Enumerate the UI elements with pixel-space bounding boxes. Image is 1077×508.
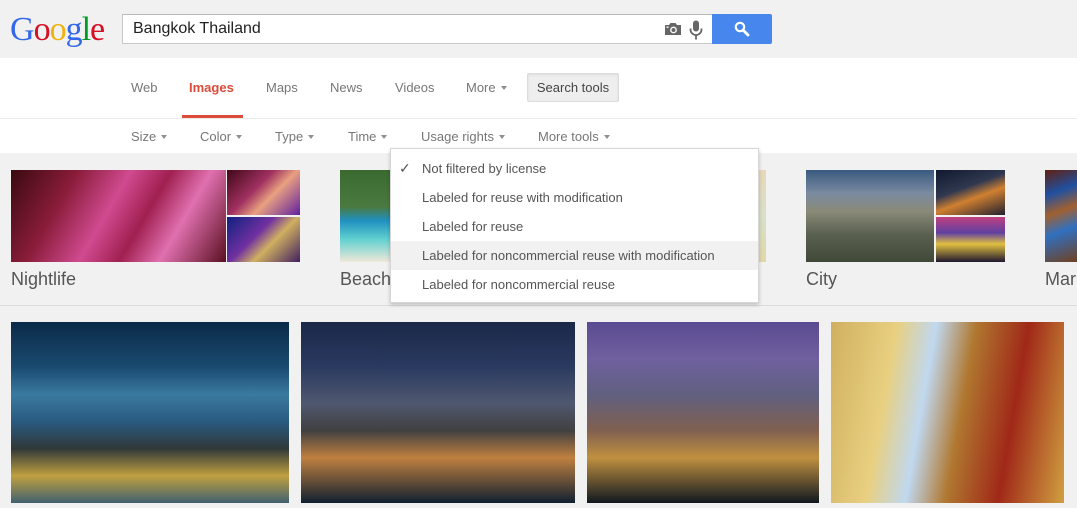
tool-time-label: Time: [348, 129, 377, 144]
menu-item-label: Labeled for reuse: [422, 219, 524, 234]
tab-images[interactable]: Images: [189, 80, 234, 95]
tab-more-label: More: [466, 80, 496, 95]
tool-usage-rights[interactable]: Usage rights: [421, 129, 505, 144]
google-logo[interactable]: Google: [10, 11, 105, 48]
menu-item-noncommercial-reuse-with-modification[interactable]: Labeled for noncommercial reuse with mod…: [391, 241, 758, 270]
usage-rights-menu: ✓ Not filtered by license Labeled for re…: [390, 148, 759, 303]
logo-letter: G: [10, 11, 35, 48]
menu-item-label: Labeled for reuse with modification: [422, 190, 623, 205]
tool-time[interactable]: Time: [348, 129, 388, 144]
tool-more-tools-label: More tools: [538, 129, 599, 144]
collection-thumbnail[interactable]: [227, 217, 300, 262]
microphone-icon[interactable]: [689, 20, 703, 40]
chevron-down-icon: [381, 134, 388, 139]
collection-label[interactable]: Beach: [340, 269, 391, 290]
active-tab-indicator: [182, 115, 243, 118]
image-result[interactable]: [831, 322, 1064, 503]
checkmark-icon: ✓: [399, 160, 411, 176]
tab-videos[interactable]: Videos: [395, 80, 435, 95]
vertical-nav: Web Images Maps News Videos More Search …: [0, 58, 1077, 119]
tool-type-label: Type: [275, 129, 304, 144]
search-input[interactable]: [133, 15, 653, 43]
search-button[interactable]: [712, 14, 772, 44]
divider: [0, 305, 1077, 306]
top-bar: Google: [0, 0, 1077, 58]
collection-label[interactable]: City: [806, 269, 837, 290]
menu-item-reuse[interactable]: Labeled for reuse: [391, 212, 758, 241]
tool-usage-rights-label: Usage rights: [421, 129, 494, 144]
collection-thumbnail[interactable]: [806, 170, 934, 262]
tool-size-label: Size: [131, 129, 157, 144]
collection-thumbnail[interactable]: [936, 217, 1005, 262]
logo-letter: g: [65, 11, 83, 48]
tab-news[interactable]: News: [330, 80, 363, 95]
collection-thumbnail[interactable]: [1045, 170, 1077, 262]
chevron-down-icon: [236, 134, 243, 139]
tool-color[interactable]: Color: [200, 129, 243, 144]
logo-letter: o: [49, 11, 67, 48]
chevron-down-icon: [498, 134, 505, 139]
menu-item-label: Labeled for noncommercial reuse with mod…: [422, 248, 715, 263]
logo-letter: o: [33, 11, 51, 48]
image-result[interactable]: [587, 322, 819, 503]
chevron-down-icon: [161, 134, 168, 139]
menu-item-not-filtered[interactable]: ✓ Not filtered by license: [391, 154, 758, 183]
chevron-down-icon: [603, 134, 610, 139]
collection-thumbnail[interactable]: [11, 170, 226, 262]
logo-letter: l: [81, 11, 92, 48]
collection-label[interactable]: Mar: [1045, 269, 1077, 290]
menu-item-label: Labeled for noncommercial reuse: [422, 277, 615, 292]
tool-more-tools[interactable]: More tools: [538, 129, 610, 144]
menu-item-label: Not filtered by license: [422, 161, 547, 176]
chevron-down-icon: [308, 134, 315, 139]
tab-maps[interactable]: Maps: [266, 80, 298, 95]
image-result[interactable]: [301, 322, 575, 503]
search-box: [122, 14, 713, 44]
tool-color-label: Color: [200, 129, 232, 144]
camera-icon[interactable]: [664, 22, 682, 36]
collection-thumbnail[interactable]: [227, 170, 300, 215]
tab-web[interactable]: Web: [131, 80, 158, 95]
logo-letter: e: [90, 11, 105, 48]
tool-type[interactable]: Type: [275, 129, 315, 144]
search-icon: [734, 21, 750, 37]
menu-item-noncommercial-reuse[interactable]: Labeled for noncommercial reuse: [391, 270, 758, 299]
tab-more[interactable]: More: [466, 80, 507, 95]
tool-size[interactable]: Size: [131, 129, 168, 144]
collection-thumbnail[interactable]: [340, 170, 390, 262]
collection-thumbnail[interactable]: [936, 170, 1005, 215]
chevron-down-icon: [500, 85, 507, 90]
menu-item-reuse-with-modification[interactable]: Labeled for reuse with modification: [391, 183, 758, 212]
collection-label[interactable]: Nightlife: [11, 269, 76, 290]
image-result[interactable]: [11, 322, 289, 503]
search-tools-button[interactable]: Search tools: [527, 73, 619, 102]
